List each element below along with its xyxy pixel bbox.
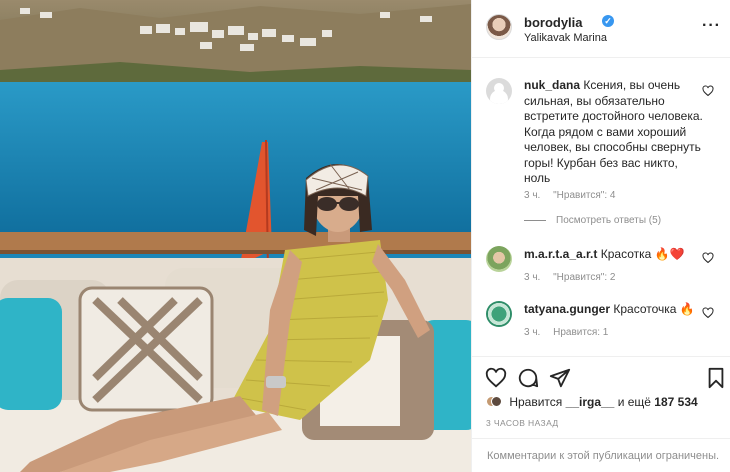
post-photo[interactable] [0, 0, 471, 472]
comment-like-heart-icon[interactable] [702, 307, 714, 319]
comment-time: 3 ч. [524, 327, 541, 338]
comment-time: 3 ч. [524, 272, 541, 283]
comment-like-heart-icon[interactable] [702, 85, 714, 97]
post-header: borodylia ✓ Yalikavak Marina ··· [472, 0, 730, 58]
author-avatar[interactable] [486, 14, 512, 40]
author-username[interactable]: borodylia [524, 15, 583, 30]
comment-likes-count[interactable]: "Нравится": 2 [553, 272, 615, 283]
comments-list[interactable]: nuk_dana Ксения, вы очень сильная, вы об… [472, 58, 730, 356]
comment-avatar[interactable] [486, 301, 512, 327]
heart-icon[interactable] [485, 367, 507, 389]
comments-limited-text: Комментарии к этой публикации ограничены… [487, 450, 720, 462]
comment-icon[interactable] [517, 367, 539, 389]
liker-avatars [486, 395, 502, 410]
photo-illustration [0, 0, 471, 472]
bookmark-icon[interactable] [705, 367, 727, 389]
replies-divider [524, 219, 546, 221]
view-replies-label: Посмотреть ответы (5) [556, 215, 662, 226]
comments-limited-notice: Комментарии к этой публикации ограничены… [472, 438, 730, 472]
comment-likes-count[interactable]: Нравится: 1 [553, 327, 608, 338]
comment-body: m.a.r.t.a_a.r.t Красотка 🔥❤️ [524, 247, 706, 263]
likes-count[interactable]: 187 534 [654, 395, 697, 409]
comment-meta: 3 ч. Нравится: 1 [524, 327, 618, 338]
comment-text: Ксения, вы очень сильная, вы обязательно… [524, 78, 703, 185]
likes-prefix: Нравится [509, 395, 563, 409]
liker-avatar [491, 395, 502, 407]
comment-username[interactable]: m.a.r.t.a_a.r.t [524, 247, 597, 261]
comment-username[interactable]: nuk_dana [524, 78, 580, 92]
comment-avatar[interactable] [486, 246, 512, 272]
share-icon[interactable] [549, 367, 571, 389]
post-location[interactable]: Yalikavak Marina [524, 32, 607, 44]
comment-text: Красоточка 🔥 [613, 302, 695, 316]
comment-meta: 3 ч. "Нравится": 2 [524, 272, 625, 283]
comment-avatar[interactable] [486, 78, 512, 104]
comment-like-heart-icon[interactable] [702, 252, 714, 264]
likes-user[interactable]: __irga__ [566, 395, 615, 409]
comment-body: nuk_dana Ксения, вы очень сильная, вы об… [524, 78, 706, 187]
post-actions-bar [472, 356, 730, 389]
view-replies-link[interactable]: Посмотреть ответы (5) [524, 215, 661, 226]
comment-meta: 3 ч. "Нравится": 4 [524, 190, 625, 201]
post-side-panel: borodylia ✓ Yalikavak Marina ··· nuk_dan… [471, 0, 730, 472]
likes-suffix: и ещё [617, 395, 651, 409]
verified-badge-icon: ✓ [602, 15, 614, 27]
comment-body: tatyana.gunger Красоточка 🔥 [524, 302, 706, 318]
likes-summary[interactable]: Нравится __irga__ и ещё 187 534 [486, 395, 698, 410]
post-timestamp[interactable]: 3 ЧАСОВ НАЗАД [486, 418, 559, 428]
more-horizontal-icon[interactable]: ··· [702, 17, 721, 35]
comment-likes-count[interactable]: "Нравится": 4 [553, 190, 615, 201]
comment-time: 3 ч. [524, 190, 541, 201]
comment-username[interactable]: tatyana.gunger [524, 302, 610, 316]
comment-text: Красотка 🔥❤️ [600, 247, 685, 261]
